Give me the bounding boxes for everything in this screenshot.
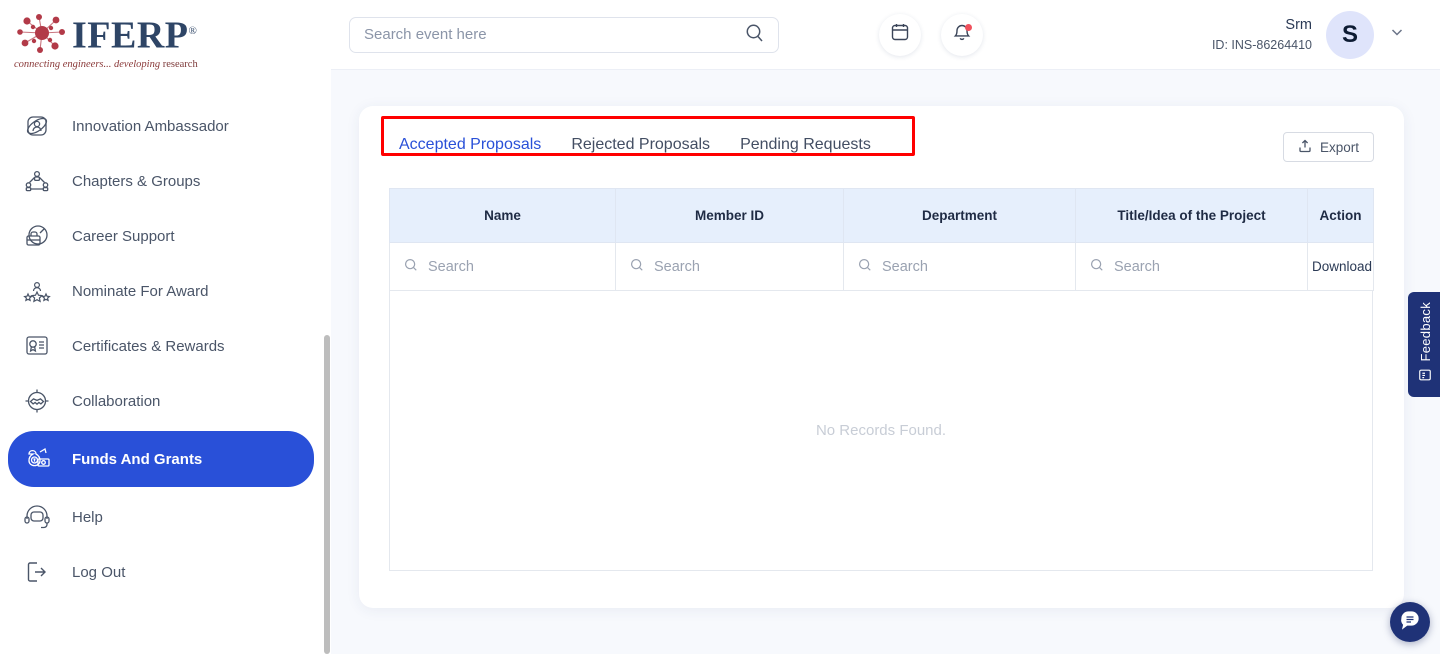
sidebar-item-label: Funds And Grants <box>72 451 202 468</box>
filter-cell-title-idea[interactable]: Search <box>1076 243 1308 291</box>
export-upload-icon <box>1298 139 1312 156</box>
innovation-ambassador-icon <box>22 111 52 141</box>
search-input[interactable] <box>349 17 779 53</box>
topbar-icon-group <box>879 14 983 56</box>
table-filter-body: Search Search <box>390 243 1374 291</box>
registered-mark: ® <box>189 25 198 37</box>
column-header-department[interactable]: Department <box>844 189 1076 243</box>
collaboration-handshake-icon <box>22 386 52 416</box>
empty-message: No Records Found. <box>816 422 946 439</box>
sidebar-item-chapters-groups[interactable]: Chapters & Groups <box>8 156 321 206</box>
search-icon[interactable] <box>745 23 764 47</box>
chat-bubble-icon <box>1399 609 1421 636</box>
sidebar-item-log-out[interactable]: Log Out <box>8 547 321 597</box>
sidebar-item-label: Help <box>72 509 103 526</box>
brand-logo[interactable]: IFERP® connecting engineers... developin… <box>0 0 331 70</box>
sidebar-item-funds-and-grants[interactable]: Funds And Grants <box>8 431 314 487</box>
user-info: Srm ID: INS-86264410 <box>1212 15 1312 54</box>
notification-button[interactable] <box>941 14 983 56</box>
feedback-tab[interactable]: Feedback <box>1408 292 1440 397</box>
feedback-label: Feedback <box>1418 302 1433 362</box>
calendar-icon <box>890 22 910 47</box>
headset-help-icon <box>22 502 52 532</box>
molecule-network-icon <box>14 8 70 58</box>
filter-cell-member-id[interactable]: Search <box>616 243 844 291</box>
sidebar-scrollbar[interactable] <box>324 335 330 654</box>
chapters-groups-icon <box>22 166 52 196</box>
sidebar-item-label: Collaboration <box>72 393 160 410</box>
brand-tagline: connecting engineers... developing resea… <box>14 59 331 70</box>
main-area: Srm ID: INS-86264410 S Accepted Proposal… <box>331 0 1440 654</box>
tab-accepted-proposals[interactable]: Accepted Proposals <box>399 136 541 154</box>
export-button[interactable]: Export <box>1283 132 1374 162</box>
search-icon <box>404 258 418 276</box>
table-empty-state: No Records Found. <box>389 291 1373 571</box>
topbar: Srm ID: INS-86264410 S <box>331 0 1440 70</box>
sidebar-item-label: Career Support <box>72 228 175 245</box>
sidebar-item-label: Certificates & Rewards <box>72 338 225 355</box>
sidebar-item-nominate-for-award[interactable]: Nominate For Award <box>8 266 321 316</box>
sidebar-item-label: Log Out <box>72 564 125 581</box>
sidebar: IFERP® connecting engineers... developin… <box>0 0 331 654</box>
content-region: Accepted Proposals Rejected Proposals Pe… <box>331 70 1440 608</box>
avatar[interactable]: S <box>1326 11 1374 59</box>
user-menu[interactable]: Srm ID: INS-86264410 S <box>1212 11 1406 59</box>
funds-grants-icon <box>22 444 52 474</box>
filter-placeholder: Search <box>428 259 474 275</box>
app-root: IFERP® connecting engineers... developin… <box>0 0 1440 654</box>
search-icon <box>630 258 644 276</box>
tab-rejected-proposals[interactable]: Rejected Proposals <box>571 136 710 154</box>
sidebar-item-career-support[interactable]: Career Support <box>8 211 321 261</box>
table-header-row: Name Member ID Department Title/Idea of … <box>390 189 1374 243</box>
filter-cell-name[interactable]: Search <box>390 243 616 291</box>
sidebar-item-innovation-ambassador[interactable]: Innovation Ambassador <box>8 101 321 151</box>
chat-button[interactable] <box>1390 602 1430 642</box>
table-header: Name Member ID Department Title/Idea of … <box>390 189 1374 243</box>
sidebar-item-certificates-rewards[interactable]: Certificates & Rewards <box>8 321 321 371</box>
filter-placeholder: Search <box>1114 259 1160 275</box>
column-header-action[interactable]: Action <box>1308 189 1374 243</box>
sidebar-item-collaboration[interactable]: Collaboration <box>8 376 321 426</box>
tab-pending-requests[interactable]: Pending Requests <box>740 136 871 154</box>
chevron-down-icon[interactable] <box>1388 23 1406 46</box>
filter-placeholder: Search <box>654 259 700 275</box>
feedback-form-icon <box>1418 368 1432 387</box>
table-filter-row: Search Search <box>390 243 1374 291</box>
certificates-rewards-icon <box>22 331 52 361</box>
user-name: Srm <box>1212 15 1312 36</box>
nominate-award-icon <box>22 276 52 306</box>
sidebar-item-label: Chapters & Groups <box>72 173 200 190</box>
sidebar-item-label: Nominate For Award <box>72 283 208 300</box>
sidebar-nav: Innovation Ambassador Chapters & Groups <box>0 70 331 597</box>
calendar-button[interactable] <box>879 14 921 56</box>
column-header-member-id[interactable]: Member ID <box>616 189 844 243</box>
tab-bar: Accepted Proposals Rejected Proposals Pe… <box>389 128 879 160</box>
proposals-table: Name Member ID Department Title/Idea of … <box>389 188 1374 291</box>
sidebar-item-label: Innovation Ambassador <box>72 118 229 135</box>
notification-badge <box>965 24 972 31</box>
filter-cell-department[interactable]: Search <box>844 243 1076 291</box>
proposals-card: Accepted Proposals Rejected Proposals Pe… <box>359 106 1404 608</box>
logout-icon <box>22 557 52 587</box>
export-button-label: Export <box>1320 140 1359 155</box>
filter-placeholder: Search <box>882 259 928 275</box>
user-id: ID: INS-86264410 <box>1212 36 1312 54</box>
search-icon <box>1090 258 1104 276</box>
column-header-name[interactable]: Name <box>390 189 616 243</box>
career-support-icon <box>22 221 52 251</box>
search-icon <box>858 258 872 276</box>
column-header-title-idea[interactable]: Title/Idea of the Project <box>1076 189 1308 243</box>
search-input-field[interactable] <box>364 26 745 43</box>
brand-name: IFERP® <box>72 12 197 55</box>
card-header: Accepted Proposals Rejected Proposals Pe… <box>389 128 1374 182</box>
action-cell-download[interactable]: Download <box>1308 243 1374 291</box>
sidebar-item-help[interactable]: Help <box>8 492 321 542</box>
